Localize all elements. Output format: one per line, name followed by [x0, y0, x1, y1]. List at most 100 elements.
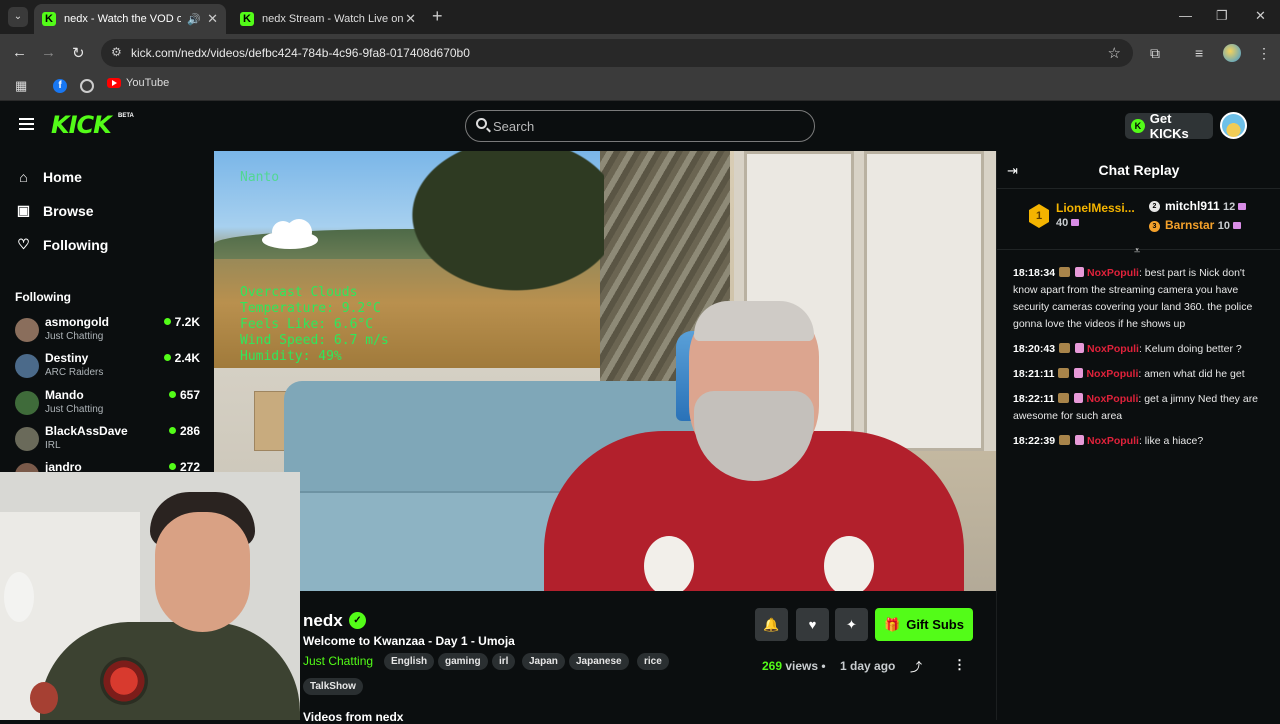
reload-icon[interactable]: ↻ [72, 44, 85, 62]
browser-tab-live[interactable]: K nedx Stream - Watch Live on Kick ✕ [232, 4, 424, 34]
gift-badge-icon [1074, 393, 1084, 403]
bookmark-globe[interactable] [80, 79, 94, 93]
followed-channel[interactable]: BlackAssDave IRL 286 [15, 424, 200, 456]
tab-search-dropdown-icon[interactable]: ⌄ [8, 7, 28, 27]
site-header: KICK BETA Search K Get KICKs [0, 101, 1280, 151]
gift-subs-label: Gift Subs [906, 617, 964, 632]
minimize-icon[interactable]: — [1179, 8, 1192, 23]
video-player[interactable]: Nanto Overcast Clouds Temperature: 9.2°C… [214, 151, 996, 591]
follow-button[interactable]: ♥ [796, 608, 829, 641]
followed-channel[interactable]: Destiny ARC Raiders 2.4K [15, 351, 200, 383]
sidebar-item-label: Home [43, 169, 82, 185]
close-window-icon[interactable]: ✕ [1255, 8, 1266, 24]
tag[interactable]: TalkShow [303, 678, 363, 695]
tag[interactable]: gaming [438, 653, 488, 670]
weather-overlay: Nanto Overcast Clouds Temperature: 9.2°C… [214, 151, 604, 368]
sidebar-item-home[interactable]: ⌂ Home [16, 169, 82, 185]
message-user[interactable]: NoxPopuli [1087, 435, 1139, 447]
message-user[interactable]: NoxPopuli [1087, 267, 1139, 279]
forward-icon[interactable]: → [41, 44, 56, 61]
sidebar-item-browse[interactable]: ▣ Browse [16, 202, 94, 219]
channel-viewers: 657 [169, 388, 200, 402]
leaderboard-name: Barnstar [1165, 218, 1215, 232]
channel-category: Just Chatting [45, 331, 104, 342]
sidebar-item-label: Following [43, 236, 109, 253]
bookmark-youtube[interactable]: YouTube [107, 77, 169, 89]
gift-subs-button[interactable]: 🎁 Gift Subs [875, 608, 973, 641]
tag[interactable]: Japan [522, 653, 565, 670]
leaderboard-entry[interactable]: mitchl911 12 [1165, 199, 1247, 213]
channel-viewers: 7.2K [164, 315, 200, 329]
message-user[interactable]: NoxPopuli [1087, 343, 1139, 355]
followed-channel[interactable]: Mando Just Chatting 657 [15, 388, 200, 420]
bookmark-label: YouTube [126, 77, 170, 89]
kick-logo[interactable]: KICK [51, 111, 112, 139]
more-options-icon[interactable]: ⋮ [953, 657, 966, 673]
new-tab-icon[interactable]: + [432, 6, 443, 27]
rank-3-badge: 3 [1149, 221, 1160, 232]
get-kicks-button[interactable]: K Get KICKs [1125, 111, 1213, 141]
streamer-name[interactable]: nedx [303, 611, 343, 631]
share-icon[interactable]: ⤴ [910, 658, 922, 675]
badge-icon [1058, 368, 1070, 378]
category-link[interactable]: Just Chatting [303, 654, 373, 668]
back-icon[interactable]: ← [12, 44, 27, 61]
leaderboard-entry[interactable]: Barnstar 10 [1165, 218, 1241, 232]
tag[interactable]: Japanese [569, 653, 629, 670]
kicks-coin-icon: K [1131, 119, 1145, 133]
heart-icon: ♡ [17, 236, 30, 252]
followed-channel[interactable]: asmongold Just Chatting 7.2K [15, 315, 200, 347]
close-tab-icon[interactable]: ✕ [207, 11, 218, 27]
tag[interactable]: rice [637, 653, 669, 670]
restore-icon[interactable]: ❐ [1216, 8, 1228, 24]
tag[interactable]: irl [492, 653, 516, 670]
youtube-icon [107, 78, 121, 88]
apps-grid-icon[interactable]: ▦ [15, 78, 27, 94]
clip-button[interactable]: ✦ [835, 608, 868, 641]
site-info-icon[interactable]: ⚙ [111, 45, 122, 59]
weather-line: Overcast Clouds [240, 285, 358, 300]
extensions-icon[interactable]: ⧉ [1150, 45, 1160, 62]
channel-name: asmongold [45, 315, 110, 329]
weather-line: Wind Speed: 6.7 m/s [240, 333, 389, 348]
leaderboard-points: 10 [1217, 220, 1230, 232]
channel-category: Just Chatting [45, 404, 104, 415]
following-heading: Following [15, 290, 71, 304]
browser-tab-vod[interactable]: K nedx - Watch the VOD on Kick 🔊 ✕ [34, 4, 226, 34]
home-icon: ⌂ [19, 169, 28, 185]
channel-viewers: 286 [169, 424, 200, 438]
globe-icon [80, 79, 94, 93]
user-avatar[interactable] [1220, 112, 1247, 139]
chat-message: 18:22:11 NoxPopuli: get a jimny Ned they … [1013, 393, 1259, 422]
channel-viewers: 2.4K [164, 351, 200, 365]
message-user[interactable]: NoxPopuli [1086, 368, 1138, 380]
gift-badge-icon [1074, 368, 1084, 378]
address-bar[interactable]: ⚙ kick.com/nedx/videos/defbc424-784b-4c9… [101, 39, 1133, 67]
view-count: 269 views • [762, 659, 826, 673]
notification-bell-button[interactable]: 🔔 [755, 608, 788, 641]
browser-menu-icon[interactable]: ⋮ [1257, 45, 1271, 62]
url-text[interactable]: kick.com/nedx/videos/defbc424-784b-4c96-… [131, 46, 470, 60]
media-controls-icon[interactable]: ≡ [1195, 45, 1203, 61]
menu-icon[interactable] [19, 118, 34, 131]
bookmark-facebook[interactable]: f [53, 79, 67, 93]
browse-icon: ▣ [16, 202, 31, 218]
close-tab-icon[interactable]: ✕ [405, 11, 416, 27]
stream-title: Welcome to Kwanzaa - Day 1 - Umoja [303, 634, 515, 648]
sidebar-item-following[interactable]: ♡ Following [16, 236, 108, 253]
sidebar-item-label: Browse [43, 202, 94, 219]
expand-leaderboard-icon[interactable]: ⩡ [1134, 245, 1140, 258]
message-text: amen what did he get [1144, 368, 1245, 380]
browser-toolbar: ← → ↻ ⚙ kick.com/nedx/videos/defbc424-78… [0, 34, 1280, 72]
gift-icon: 🎁 [884, 616, 901, 632]
search-input[interactable]: Search [465, 110, 815, 142]
bookmark-star-icon[interactable]: ☆ [1108, 44, 1121, 62]
message-user[interactable]: NoxPopuli [1086, 393, 1138, 405]
speaker-icon[interactable]: 🔊 [187, 13, 201, 26]
chat-message: 18:21:11 NoxPopuli: amen what did he get [1013, 368, 1245, 380]
message-text: Kelum doing better ? [1144, 343, 1242, 355]
tab-title: nedx - Watch the VOD on Kick [64, 13, 182, 25]
browser-profile-avatar[interactable] [1223, 44, 1241, 62]
tag[interactable]: English [384, 653, 435, 670]
leaderboard-entry[interactable]: LionelMessi... 40 [1056, 201, 1135, 229]
